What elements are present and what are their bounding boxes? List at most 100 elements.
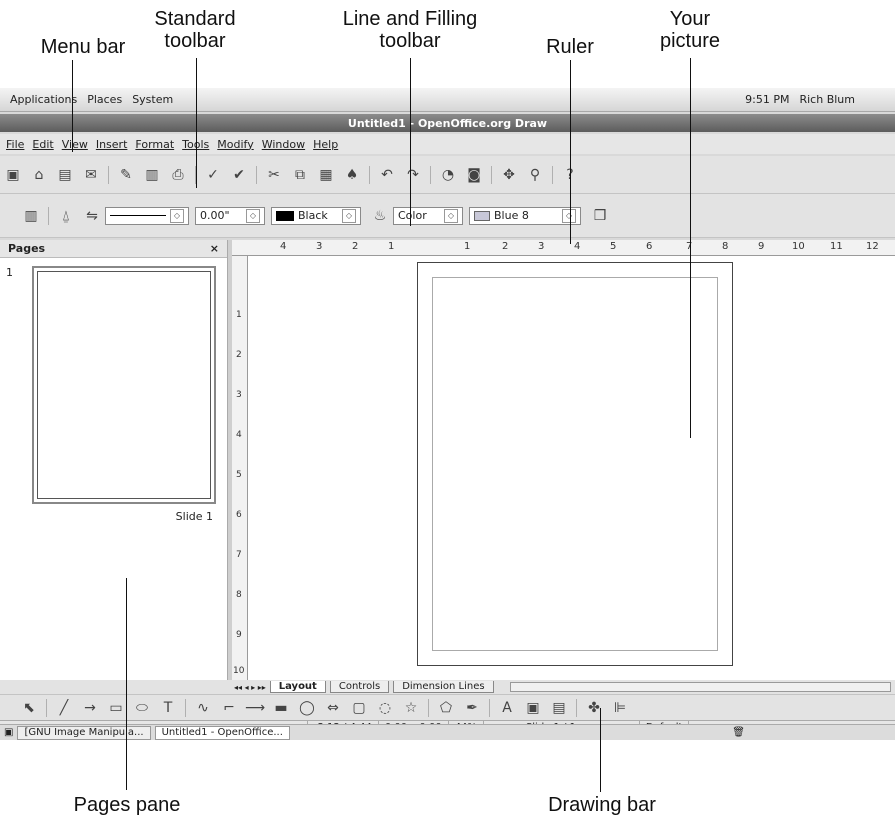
h-tick: 1 — [464, 241, 471, 252]
new-icon[interactable]: ▣ — [2, 164, 24, 186]
task-openoffice[interactable]: Untitled1 - OpenOffice... — [154, 725, 290, 740]
spin-icon: ◇ — [444, 208, 458, 223]
from-file-icon[interactable]: ▣ — [522, 697, 544, 719]
area-icon[interactable]: ♨ — [369, 205, 391, 227]
fontwork-icon[interactable]: A — [496, 697, 518, 719]
line-width-field[interactable]: 0.00" ◇ — [195, 206, 265, 225]
standard-toolbar: ▣ ⌂ ▤ ✉ ✎ ▥ ⎙ ✓ ✔ ✂ ⧉ ▦ ♠ ↶ ↷ ◔ ◙ ✥ ⚲ ? — [0, 156, 895, 194]
tab-scroll-arrows[interactable]: ◂◂ ◂ ▸ ▸▸ — [234, 683, 266, 692]
format-paintbrush-icon[interactable]: ♠ — [341, 164, 363, 186]
separator — [576, 698, 577, 717]
connector-icon[interactable]: ⌐ — [218, 697, 240, 719]
lines-arrows-icon[interactable]: ⟶ — [244, 697, 266, 719]
callouts-icon[interactable]: ◌ — [374, 697, 396, 719]
v-tick: 8 — [236, 590, 242, 600]
spin-icon: ◇ — [170, 208, 184, 223]
copy-icon[interactable]: ⧉ — [289, 164, 311, 186]
hyperlink-icon[interactable]: ◙ — [463, 164, 485, 186]
circles-icon[interactable]: ◯ — [296, 697, 318, 719]
v-tick: 2 — [236, 350, 242, 360]
menu-help[interactable]: Help — [313, 138, 338, 151]
separator — [48, 206, 49, 225]
email-icon[interactable]: ✉ — [80, 164, 102, 186]
print-icon[interactable]: ⎙ — [167, 164, 189, 186]
undo-icon[interactable]: ↶ — [376, 164, 398, 186]
curve-icon[interactable]: ∿ — [192, 697, 214, 719]
area-color-select[interactable]: Blue 8 ◇ — [469, 206, 581, 225]
applications-menu[interactable]: Applications — [10, 93, 77, 106]
save-icon[interactable]: ▤ — [54, 164, 76, 186]
align-icon[interactable]: ⊫ — [609, 697, 631, 719]
rectangle-icon[interactable]: ▭ — [105, 697, 127, 719]
zoom-icon[interactable]: ⚲ — [524, 164, 546, 186]
drawing-page[interactable] — [417, 262, 733, 666]
autospellcheck-icon[interactable]: ✔ — [228, 164, 250, 186]
separator — [552, 165, 553, 184]
horizontal-scrollbar[interactable] — [509, 682, 891, 692]
cut-icon[interactable]: ✂ — [263, 164, 285, 186]
leader-standard-toolbar — [196, 58, 197, 188]
ellipse-icon[interactable]: ⬭ — [131, 697, 153, 719]
separator — [428, 698, 429, 717]
menu-insert[interactable]: Insert — [96, 138, 128, 151]
pages-pane-title: Pages — [8, 242, 46, 255]
user-name[interactable]: Rich Blum — [799, 93, 855, 106]
gallery-icon[interactable]: ▤ — [548, 697, 570, 719]
menu-modify[interactable]: Modify — [217, 138, 253, 151]
flowchart-icon[interactable]: ▢ — [348, 697, 370, 719]
chart-icon[interactable]: ◔ — [437, 164, 459, 186]
paste-icon[interactable]: ▦ — [315, 164, 337, 186]
menu-edit[interactable]: Edit — [32, 138, 53, 151]
points-icon[interactable]: ⬠ — [435, 697, 457, 719]
spellcheck-icon[interactable]: ✓ — [202, 164, 224, 186]
line-icon[interactable]: ⍙ — [55, 205, 77, 227]
redo-icon[interactable]: ↷ — [402, 164, 424, 186]
stars-icon[interactable]: ☆ — [400, 697, 422, 719]
arrow-line-icon[interactable]: → — [79, 697, 101, 719]
line-color-select[interactable]: Black ◇ — [271, 206, 361, 225]
spin-icon: ◇ — [342, 208, 356, 223]
tab-layout[interactable]: Layout — [269, 681, 326, 693]
rectangles-icon[interactable]: ▬ — [270, 697, 292, 719]
effects-icon[interactable]: ✤ — [583, 697, 605, 719]
line-tool-icon[interactable]: ╱ — [53, 697, 75, 719]
menu-file[interactable]: File — [6, 138, 24, 151]
vertical-ruler[interactable]: 1 2 3 4 5 6 7 8 9 10 — [232, 256, 248, 680]
export-pdf-icon[interactable]: ▥ — [141, 164, 163, 186]
h-tick: 9 — [758, 241, 765, 252]
spin-icon: ◇ — [246, 208, 260, 223]
edit-file-icon[interactable]: ✎ — [115, 164, 137, 186]
show-desktop-icon[interactable]: ▣ — [4, 727, 13, 738]
select-icon[interactable]: ⬉ — [18, 697, 40, 719]
v-tick: 4 — [236, 430, 242, 440]
clock[interactable]: 9:51 PM — [745, 93, 789, 106]
separator — [185, 698, 186, 717]
places-menu[interactable]: Places — [87, 93, 122, 106]
glue-points-icon[interactable]: ✒ — [461, 697, 483, 719]
close-icon[interactable]: × — [210, 242, 219, 255]
system-menu[interactable]: System — [132, 93, 173, 106]
gnome-top-panel: Applications Places System 9:51 PM Rich … — [0, 88, 895, 112]
arrow-style-icon[interactable]: ⇋ — [81, 205, 103, 227]
open-icon[interactable]: ⌂ — [28, 164, 50, 186]
text-icon[interactable]: T — [157, 697, 179, 719]
navigator-icon[interactable]: ✥ — [498, 164, 520, 186]
separator — [256, 165, 257, 184]
tab-controls[interactable]: Controls — [329, 681, 390, 693]
menu-format[interactable]: Format — [135, 138, 174, 151]
shadow-icon[interactable]: ❒ — [589, 205, 611, 227]
drawing-workarea[interactable]: 4 3 2 1 1 2 3 4 5 6 7 8 9 10 11 12 1 2 3… — [232, 240, 895, 680]
window-titlebar[interactable]: Untitled1 - OpenOffice.org Draw — [0, 114, 895, 132]
trash-icon[interactable]: 🗑 — [732, 727, 745, 738]
line-style-select[interactable]: ◇ — [105, 206, 189, 225]
menu-window[interactable]: Window — [262, 138, 305, 151]
menu-view[interactable]: View — [62, 138, 88, 151]
block-arrows-icon[interactable]: ⇔ — [322, 697, 344, 719]
horizontal-ruler[interactable]: 4 3 2 1 1 2 3 4 5 6 7 8 9 10 11 12 — [232, 240, 895, 256]
callout-menu-bar: Menu bar — [40, 36, 126, 58]
styles-icon[interactable]: ▥ — [20, 205, 42, 227]
area-style-select[interactable]: Color ◇ — [393, 206, 463, 225]
task-gimp[interactable]: [GNU Image Manipula... — [17, 725, 151, 740]
tab-dimension-lines[interactable]: Dimension Lines — [393, 681, 494, 693]
slide-thumbnail[interactable] — [32, 266, 216, 504]
